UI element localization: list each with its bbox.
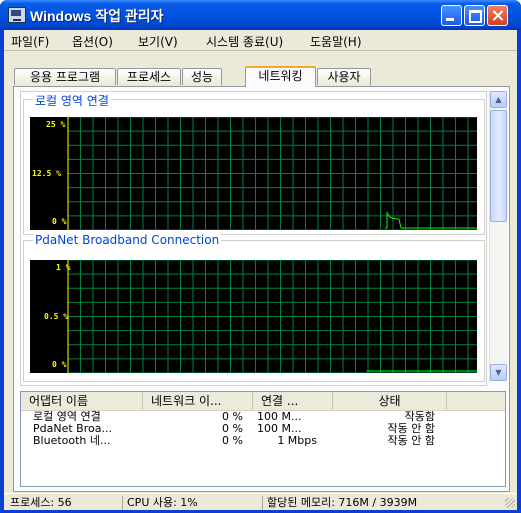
graph-plot [67,260,477,373]
link-speed: 1 Mbps [277,435,317,447]
menu-help[interactable]: 도움말(H) [310,33,362,50]
local-connection-graph: 25 % 12.5 % 0 % [30,117,477,230]
tab-users[interactable]: 사용자 [317,68,371,85]
status-memory: 할당된 메모리: 716M / 3939M [262,496,497,510]
task-manager-icon [8,7,26,23]
networking-panel: 로컬 영역 연결 25 % 12.5 % 0 % PdaNet Broadban… [13,86,510,492]
tab-applications[interactable]: 응용 프로그램 [14,68,116,85]
pdanet-connection-graph: 1 % 0.5 % 0 % [30,260,477,373]
graph-plot [67,117,477,230]
y-tick-label: 0 % [52,360,67,369]
network-usage: 0 % [222,423,243,435]
resize-grip[interactable] [505,498,515,508]
column-header-link-speed[interactable]: 연결 ... [253,392,333,410]
adapter-state: 작동함 [404,411,435,423]
menu-bar: 파일(F) 옵션(O) 보기(V) 시스템 종료(U) 도움말(H) [4,30,517,51]
status-bar: 프로세스: 56 CPU 사용: 1% 할당된 메모리: 716M / 3939… [4,493,517,510]
adapter-list-header: 어댑터 이름 네트워크 이... 연결 ... 상태 [21,392,505,411]
usage-trace [385,211,477,229]
adapter-name: Bluetooth 네... [33,435,111,447]
graph-scroll-area: 로컬 영역 연결 25 % 12.5 % 0 % PdaNet Broadban… [20,91,487,386]
adapter-list[interactable]: 어댑터 이름 네트워크 이... 연결 ... 상태 로컬 영역 연결 0 % … [20,391,506,487]
y-tick-label: 25 % [46,120,66,129]
status-processes: 프로세스: 56 [10,496,72,509]
graph-vertical-scrollbar[interactable]: ▲ ▼ [489,91,507,381]
link-speed: 100 M... [257,411,302,423]
tab-processes[interactable]: 프로세스 [117,68,181,85]
scroll-thumb[interactable] [490,110,507,222]
link-speed: 100 M... [257,423,302,435]
adapter-state: 작동 안 함 [387,423,435,435]
menu-file[interactable]: 파일(F) [11,33,49,50]
tab-performance[interactable]: 성능 [182,68,222,85]
tab-networking[interactable]: 네트워킹 [245,66,316,87]
title-bar[interactable]: Windows 작업 관리자 [0,0,521,30]
column-header-adapter[interactable]: 어댑터 이름 [21,392,143,410]
menu-shutdown[interactable]: 시스템 종료(U) [206,33,283,50]
y-tick-label: 0 % [52,217,67,226]
client-area: 파일(F) 옵션(O) 보기(V) 시스템 종료(U) 도움말(H) 응용 프로… [4,30,517,510]
task-manager-window: Windows 작업 관리자 파일(F) 옵션(O) 보기(V) 시스템 종료(… [0,0,521,513]
network-usage: 0 % [222,411,243,423]
y-tick-label: 1 % [56,263,71,272]
graph-title-pdanet: PdaNet Broadband Connection [33,233,222,247]
menu-options[interactable]: 옵션(O) [72,33,113,50]
graph-title-local: 로컬 영역 연결 [33,92,111,109]
menu-view[interactable]: 보기(V) [138,33,178,50]
adapter-name: 로컬 영역 연결 [33,411,101,423]
table-row[interactable]: 로컬 영역 연결 0 % 100 M... 작동함 [21,411,505,423]
minimize-button[interactable] [441,5,462,26]
scroll-down-button[interactable]: ▼ [490,364,507,381]
network-usage: 0 % [222,435,243,447]
scroll-up-button[interactable]: ▲ [490,91,507,108]
close-button[interactable] [487,5,508,26]
y-tick-label: 0.5 % [44,312,69,321]
adapter-state: 작동 안 함 [387,435,435,447]
table-row[interactable]: Bluetooth 네... 0 % 1 Mbps 작동 안 함 [21,435,505,447]
table-row[interactable]: PdaNet Broa... 0 % 100 M... 작동 안 함 [21,423,505,435]
column-header-state[interactable]: 상태 [333,392,447,410]
status-cpu: CPU 사용: 1% [122,496,247,510]
column-header-network-usage[interactable]: 네트워크 이... [143,392,253,410]
maximize-button[interactable] [464,5,485,26]
adapter-name: PdaNet Broa... [33,423,112,435]
y-tick-label: 12.5 % [32,169,61,178]
window-title: Windows 작업 관리자 [30,8,164,24]
